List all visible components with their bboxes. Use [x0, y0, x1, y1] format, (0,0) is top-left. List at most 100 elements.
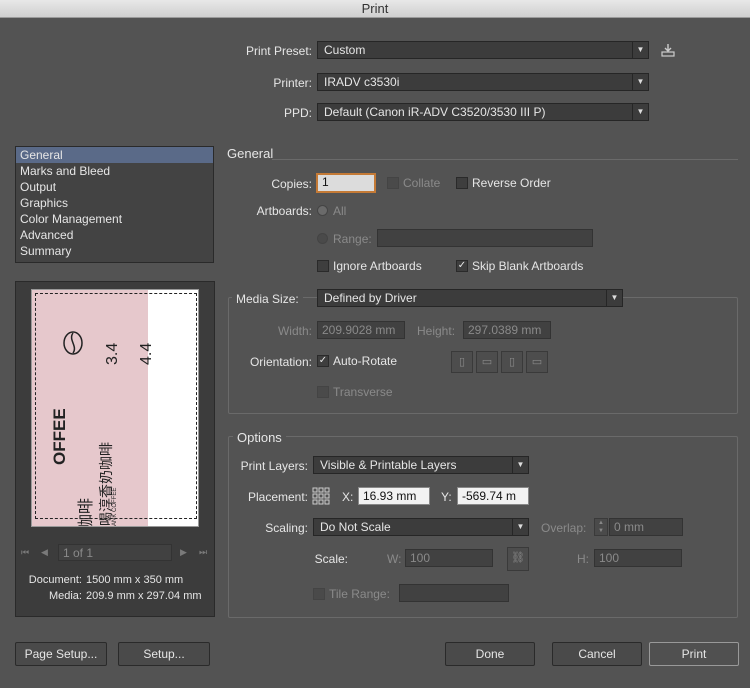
width-input[interactable]: 209.9028 mm — [317, 321, 405, 339]
sidebar-item-color-management[interactable]: Color Management — [16, 211, 213, 227]
options-section-title: Options — [233, 430, 286, 445]
ignore-artboards-checkbox[interactable] — [317, 260, 329, 272]
printer-dropdown[interactable]: IRADV c3530i ▼ — [317, 73, 649, 91]
sidebar-item-output[interactable]: Output — [16, 179, 213, 195]
next-page-icon[interactable]: ▶ — [180, 547, 187, 558]
first-page-icon[interactable]: ⏮ — [21, 547, 29, 558]
chevron-down-icon: ▼ — [512, 457, 528, 473]
printer-value: IRADV c3530i — [324, 75, 400, 89]
chevron-down-icon: ▼ — [632, 42, 648, 58]
print-preset-label: Print Preset: — [245, 44, 312, 58]
print-layers-value: Visible & Printable Layers — [320, 458, 457, 472]
general-section-title: General — [227, 146, 274, 161]
media-size-value: 209.9 mm x 297.04 mm — [86, 590, 202, 602]
reverse-landscape-icon[interactable]: ▭ — [526, 351, 548, 373]
range-input[interactable] — [377, 229, 593, 247]
media-size-value: Defined by Driver — [324, 291, 417, 305]
previous-page-icon[interactable]: ◀ — [41, 547, 48, 558]
collate-checkbox[interactable] — [387, 177, 399, 189]
height-input[interactable]: 297.0389 mm — [463, 321, 551, 339]
tile-range-checkbox[interactable] — [313, 588, 325, 600]
cancel-button[interactable]: Cancel — [552, 642, 642, 666]
done-button[interactable]: Done — [445, 642, 535, 666]
landscape-icon[interactable]: ▭ — [476, 351, 498, 373]
tile-range-label: Tile Range: — [329, 587, 390, 601]
preview-text-small: ANK COFFEE — [112, 487, 118, 526]
page-indicator[interactable]: 1 of 1 — [58, 544, 172, 561]
printer-label: Printer: — [273, 76, 312, 90]
height-label: Height: — [417, 324, 456, 338]
artboards-all-label: All — [333, 204, 347, 218]
artboards-all-radio[interactable] — [317, 205, 328, 216]
scaling-dropdown[interactable]: Do Not Scale ▼ — [313, 518, 529, 536]
ppd-dropdown[interactable]: Default (Canon iR-ADV C3520/3530 III P) … — [317, 103, 649, 121]
x-label: X: — [342, 490, 354, 504]
reverse-portrait-icon[interactable]: ▯ — [501, 351, 523, 373]
sidebar-item-general[interactable]: General — [16, 147, 213, 163]
scale-width-input[interactable]: 100 — [405, 549, 493, 567]
preview-page[interactable]: OFFEE 咖啡 喝淳香奶咖啡 ANK COFFEE 3.4 4.4 — [31, 289, 199, 527]
chevron-down-icon: ▼ — [512, 519, 528, 535]
preview-text-num1: 3.4 — [104, 342, 121, 365]
copies-input[interactable]: 1 — [316, 173, 376, 193]
x-input[interactable]: 16.93 mm — [358, 487, 430, 505]
artboards-range-radio[interactable] — [317, 233, 328, 244]
scale-label: Scale: — [314, 552, 348, 566]
document-size-value: 1500 mm x 350 mm — [86, 574, 184, 586]
w-label: W: — [387, 552, 402, 566]
print-preset-value: Custom — [324, 43, 366, 57]
portrait-icon[interactable]: ▯ — [451, 351, 473, 373]
print-layers-label: Print Layers: — [240, 459, 308, 473]
ignore-artboards-label: Ignore Artboards — [333, 259, 422, 273]
page-setup-button[interactable]: Page Setup... — [15, 642, 107, 666]
media-size-dropdown[interactable]: Defined by Driver ▼ — [317, 289, 623, 307]
y-label: Y: — [441, 490, 452, 504]
chevron-down-icon: ▼ — [632, 74, 648, 90]
document-label: Document: — [28, 574, 82, 586]
category-list: General Marks and Bleed Output Graphics … — [15, 146, 214, 263]
chevron-down-icon: ▼ — [606, 290, 622, 306]
overlap-stepper[interactable]: ▲ ▼ — [594, 518, 608, 536]
transverse-checkbox[interactable] — [317, 386, 329, 398]
copies-label: Copies: — [271, 177, 312, 191]
preview-panel: OFFEE 咖啡 喝淳香奶咖啡 ANK COFFEE 3.4 4.4 ⏮ ◀ 1… — [15, 281, 215, 617]
reverse-order-label: Reverse Order — [472, 176, 551, 190]
print-preset-dropdown[interactable]: Custom ▼ — [317, 41, 649, 59]
media-label: Media: — [48, 590, 82, 602]
y-input[interactable]: -569.74 m — [457, 487, 529, 505]
sidebar-item-marks-and-bleed[interactable]: Marks and Bleed — [16, 163, 213, 179]
ppd-value: Default (Canon iR-ADV C3520/3530 III P) — [324, 105, 546, 119]
scale-height-input[interactable]: 100 — [594, 549, 682, 567]
scaling-label: Scaling: — [265, 521, 308, 535]
tile-range-input[interactable] — [399, 584, 509, 602]
chevron-down-icon: ▼ — [632, 104, 648, 120]
print-layers-dropdown[interactable]: Visible & Printable Layers ▼ — [313, 456, 529, 474]
width-label: Width: — [277, 324, 312, 338]
placement-label: Placement: — [247, 490, 308, 504]
overlap-input[interactable]: 0 mm — [609, 518, 683, 536]
last-page-icon[interactable]: ⏭ — [199, 547, 207, 558]
skip-blank-artboards-checkbox[interactable]: ✓ — [456, 260, 468, 272]
h-label: H: — [577, 552, 589, 566]
skip-blank-artboards-label: Skip Blank Artboards — [472, 259, 584, 273]
placement-grid-icon[interactable] — [312, 487, 330, 505]
preview-text-coffee: OFFEE — [50, 408, 69, 465]
save-preset-icon[interactable] — [660, 43, 676, 57]
sidebar-item-advanced[interactable]: Advanced — [16, 227, 213, 243]
link-icon[interactable]: ⛓ — [507, 547, 529, 571]
sidebar-item-graphics[interactable]: Graphics — [16, 195, 213, 211]
sidebar-item-summary[interactable]: Summary — [16, 243, 213, 259]
setup-button[interactable]: Setup... — [118, 642, 210, 666]
transverse-label: Transverse — [333, 385, 393, 399]
preview-text-num2: 4.4 — [138, 342, 155, 365]
artboards-label: Artboards: — [256, 204, 312, 218]
print-button[interactable]: Print — [649, 642, 739, 666]
reverse-order-checkbox[interactable] — [456, 177, 468, 189]
collate-label: Collate — [403, 176, 441, 190]
orientation-label: Orientation: — [249, 355, 312, 369]
section-divider — [272, 159, 738, 160]
artboards-range-label: Range: — [333, 232, 372, 246]
auto-rotate-checkbox[interactable]: ✓ — [317, 355, 329, 367]
scaling-value: Do Not Scale — [320, 520, 391, 534]
coffee-bean-icon — [62, 330, 84, 356]
